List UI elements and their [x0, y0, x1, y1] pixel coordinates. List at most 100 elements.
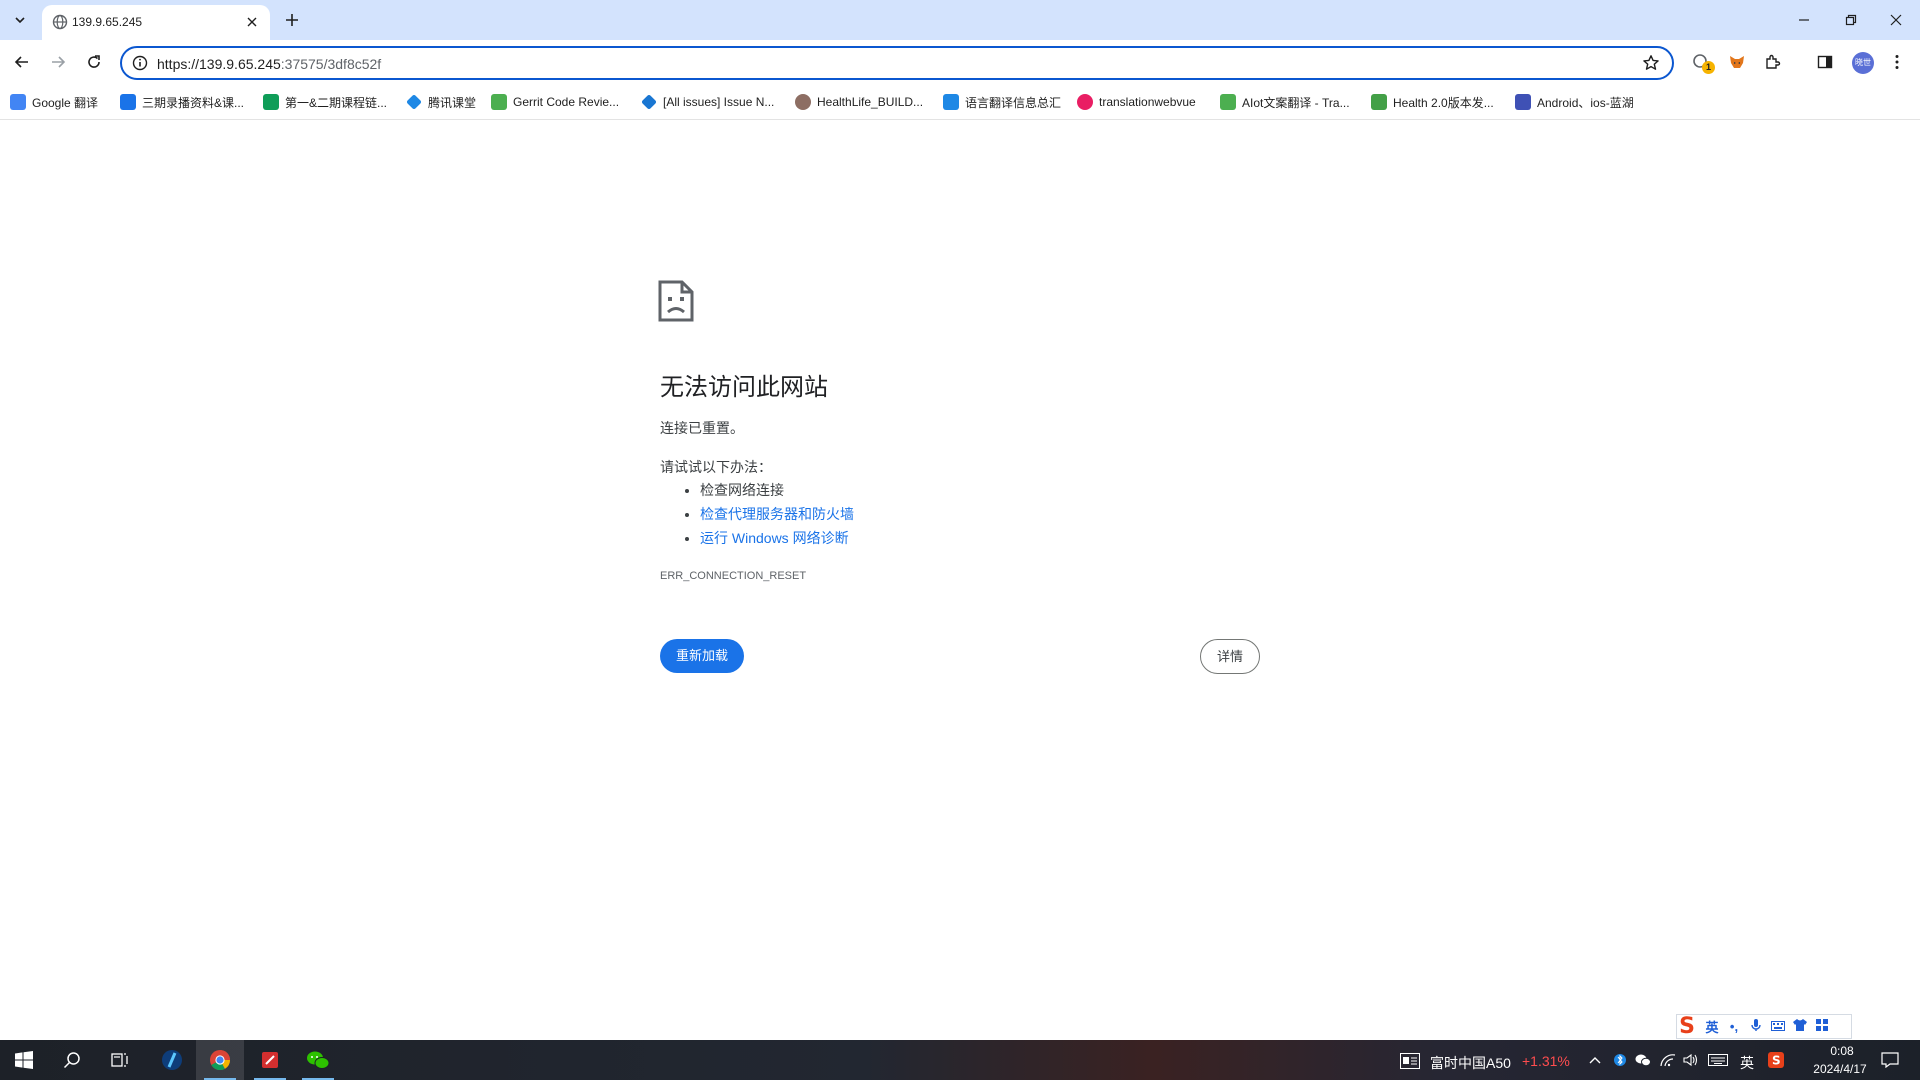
details-button[interactable]: 详情 [1200, 639, 1260, 674]
keyboard-icon[interactable] [1767, 1019, 1789, 1034]
menu-button[interactable] [1886, 51, 1908, 73]
extension-pinned-button[interactable]: 1 [1690, 51, 1715, 74]
task-view-button[interactable] [96, 1040, 144, 1080]
bookmark-favicon-icon [120, 94, 136, 110]
url-text[interactable]: https://139.9.65.245:37575/3df8c52f [157, 56, 381, 72]
tab-search-button[interactable] [6, 8, 34, 32]
input-language-indicator[interactable]: 英 [1740, 1053, 1754, 1073]
bookmark-label: 第一&二期课程链... [285, 95, 388, 110]
suggestion-check-proxy-link[interactable]: 检查代理服务器和防火墙 [700, 502, 854, 526]
side-panel-button[interactable] [1814, 51, 1836, 73]
clock-time[interactable]: 0:08 [1818, 1044, 1866, 1058]
active-tab[interactable]: 139.9.65.245 [42, 5, 270, 40]
window-close-button[interactable] [1884, 8, 1908, 32]
ide-app-icon [162, 1050, 182, 1070]
wechat-tray-icon[interactable] [1635, 1052, 1651, 1068]
bookmark-item[interactable]: AIot文案翻译 - Tra... [1220, 91, 1350, 113]
bookmark-label: HealthLife_BUILD... [817, 95, 924, 109]
fox-icon [1730, 56, 1744, 68]
reload-page-button[interactable]: 重新加载 [660, 639, 744, 673]
toolbox-grid-icon[interactable] [1811, 1019, 1833, 1034]
minimize-button[interactable] [1792, 8, 1816, 32]
puzzle-icon [1766, 54, 1781, 69]
suggestion-check-network: 检查网络连接 [700, 478, 854, 502]
profile-avatar[interactable]: 晓世 [1852, 52, 1874, 74]
error-title: 无法访问此网站 [660, 374, 828, 401]
news-widget-icon[interactable] [1400, 1053, 1420, 1069]
skin-shirt-icon[interactable] [1789, 1019, 1811, 1034]
network-icon[interactable] [1660, 1052, 1676, 1068]
chevron-up-icon[interactable] [1587, 1052, 1603, 1068]
chevron-down-icon [15, 17, 25, 24]
start-button[interactable] [0, 1040, 48, 1080]
sad-document-icon [658, 280, 694, 322]
windows-logo-icon [15, 1051, 33, 1069]
url-host: https://139.9.65.245 [157, 56, 281, 72]
globe-icon [52, 14, 68, 30]
suggestion-network-diagnostics-link[interactable]: 运行 Windows 网络诊断 [700, 526, 854, 550]
speaker-icon[interactable] [1683, 1052, 1699, 1068]
bookmark-favicon-icon [1515, 94, 1531, 110]
sogou-logo-icon[interactable]: S [1673, 1014, 1701, 1039]
taskbar-app-red[interactable] [246, 1040, 294, 1080]
taskbar-app-ide[interactable] [148, 1040, 196, 1080]
bookmark-item[interactable]: 腾讯课堂 [406, 91, 476, 113]
bookmark-item[interactable]: translationwebvue [1077, 91, 1196, 113]
svg-text:S: S [1772, 1054, 1781, 1068]
ime-mode-toggle[interactable]: 英 [1701, 1017, 1723, 1036]
bookmark-item[interactable]: [All issues] Issue N... [641, 91, 774, 113]
back-button[interactable] [10, 50, 34, 74]
bookmark-favicon-icon [1220, 94, 1236, 110]
microphone-icon[interactable] [1745, 1018, 1767, 1035]
sogou-tray-icon[interactable]: S [1768, 1052, 1784, 1068]
info-icon[interactable] [132, 55, 148, 71]
extensions-button[interactable] [1762, 51, 1784, 73]
bookmark-favicon-icon [795, 94, 811, 110]
bookmark-label: 腾讯课堂 [428, 95, 477, 110]
reload-icon [88, 55, 100, 68]
bookmark-favicon-icon [491, 94, 507, 110]
metamask-extension-button[interactable] [1726, 51, 1748, 73]
notification-center-icon[interactable] [1880, 1052, 1900, 1068]
ime-punct-toggle[interactable]: •, [1723, 1019, 1745, 1034]
suggestion-link-text[interactable]: 检查代理服务器和防火墙 [700, 506, 854, 522]
bookmark-item[interactable]: Gerrit Code Revie... [491, 91, 619, 113]
bluetooth-icon[interactable] [1612, 1052, 1628, 1068]
suggestion-link-text[interactable]: 运行 Windows 网络诊断 [700, 530, 849, 546]
url-path: :37575/3df8c52f [280, 56, 382, 72]
bookmark-favicon-icon [263, 94, 279, 110]
restore-button[interactable] [1839, 8, 1863, 32]
taskbar-app-chrome[interactable] [196, 1040, 244, 1080]
address-bar[interactable]: https://139.9.65.245:37575/3df8c52f [120, 46, 1674, 80]
bookmark-item[interactable]: Google 翻译 [10, 91, 98, 113]
bookmark-favicon-icon [10, 94, 26, 110]
bookmark-item[interactable]: Health 2.0版本发... [1371, 91, 1494, 113]
bookmark-item[interactable]: 三期录播资料&课... [120, 91, 244, 113]
bookmark-item[interactable]: 第一&二期课程链... [263, 91, 387, 113]
star-icon[interactable] [1642, 54, 1660, 72]
bookmark-label: Health 2.0版本发... [1393, 95, 1494, 110]
error-subtitle: 连接已重置。 [660, 420, 744, 436]
bookmark-item[interactable]: Android、ios-蓝湖 [1515, 91, 1634, 113]
bookmark-item[interactable]: HealthLife_BUILD... [795, 91, 923, 113]
bookmark-label: Google 翻译 [32, 95, 99, 110]
extension-badge: 1 [1702, 61, 1715, 74]
bookmark-favicon-icon [1371, 94, 1387, 110]
plus-icon [286, 14, 298, 26]
bookmark-item[interactable]: 语言翻译信息总汇 [943, 91, 1061, 113]
reload-button[interactable] [82, 50, 106, 74]
bookmarks-bar: Google 翻译 三期录播资料&课... 第一&二期课程链... 腾讯课堂 G… [0, 85, 1920, 120]
search-button[interactable] [48, 1040, 96, 1080]
new-tab-button[interactable] [280, 8, 304, 32]
taskbar-app-wechat[interactable] [294, 1040, 342, 1080]
clock-date[interactable]: 2024/4/17 [1800, 1062, 1880, 1076]
task-view-icon [111, 1053, 128, 1067]
stock-change[interactable]: +1.31% [1522, 1053, 1570, 1069]
close-icon [1890, 14, 1902, 26]
forward-button[interactable] [46, 50, 70, 74]
tab-close-button[interactable] [244, 14, 260, 30]
touch-keyboard-icon[interactable] [1707, 1052, 1729, 1068]
stock-name[interactable]: 富时中国A50 [1430, 1053, 1511, 1073]
bookmark-label: 三期录播资料&课... [142, 95, 245, 110]
browser-toolbar: https://139.9.65.245:37575/3df8c52f 1 晓世 [0, 40, 1920, 85]
